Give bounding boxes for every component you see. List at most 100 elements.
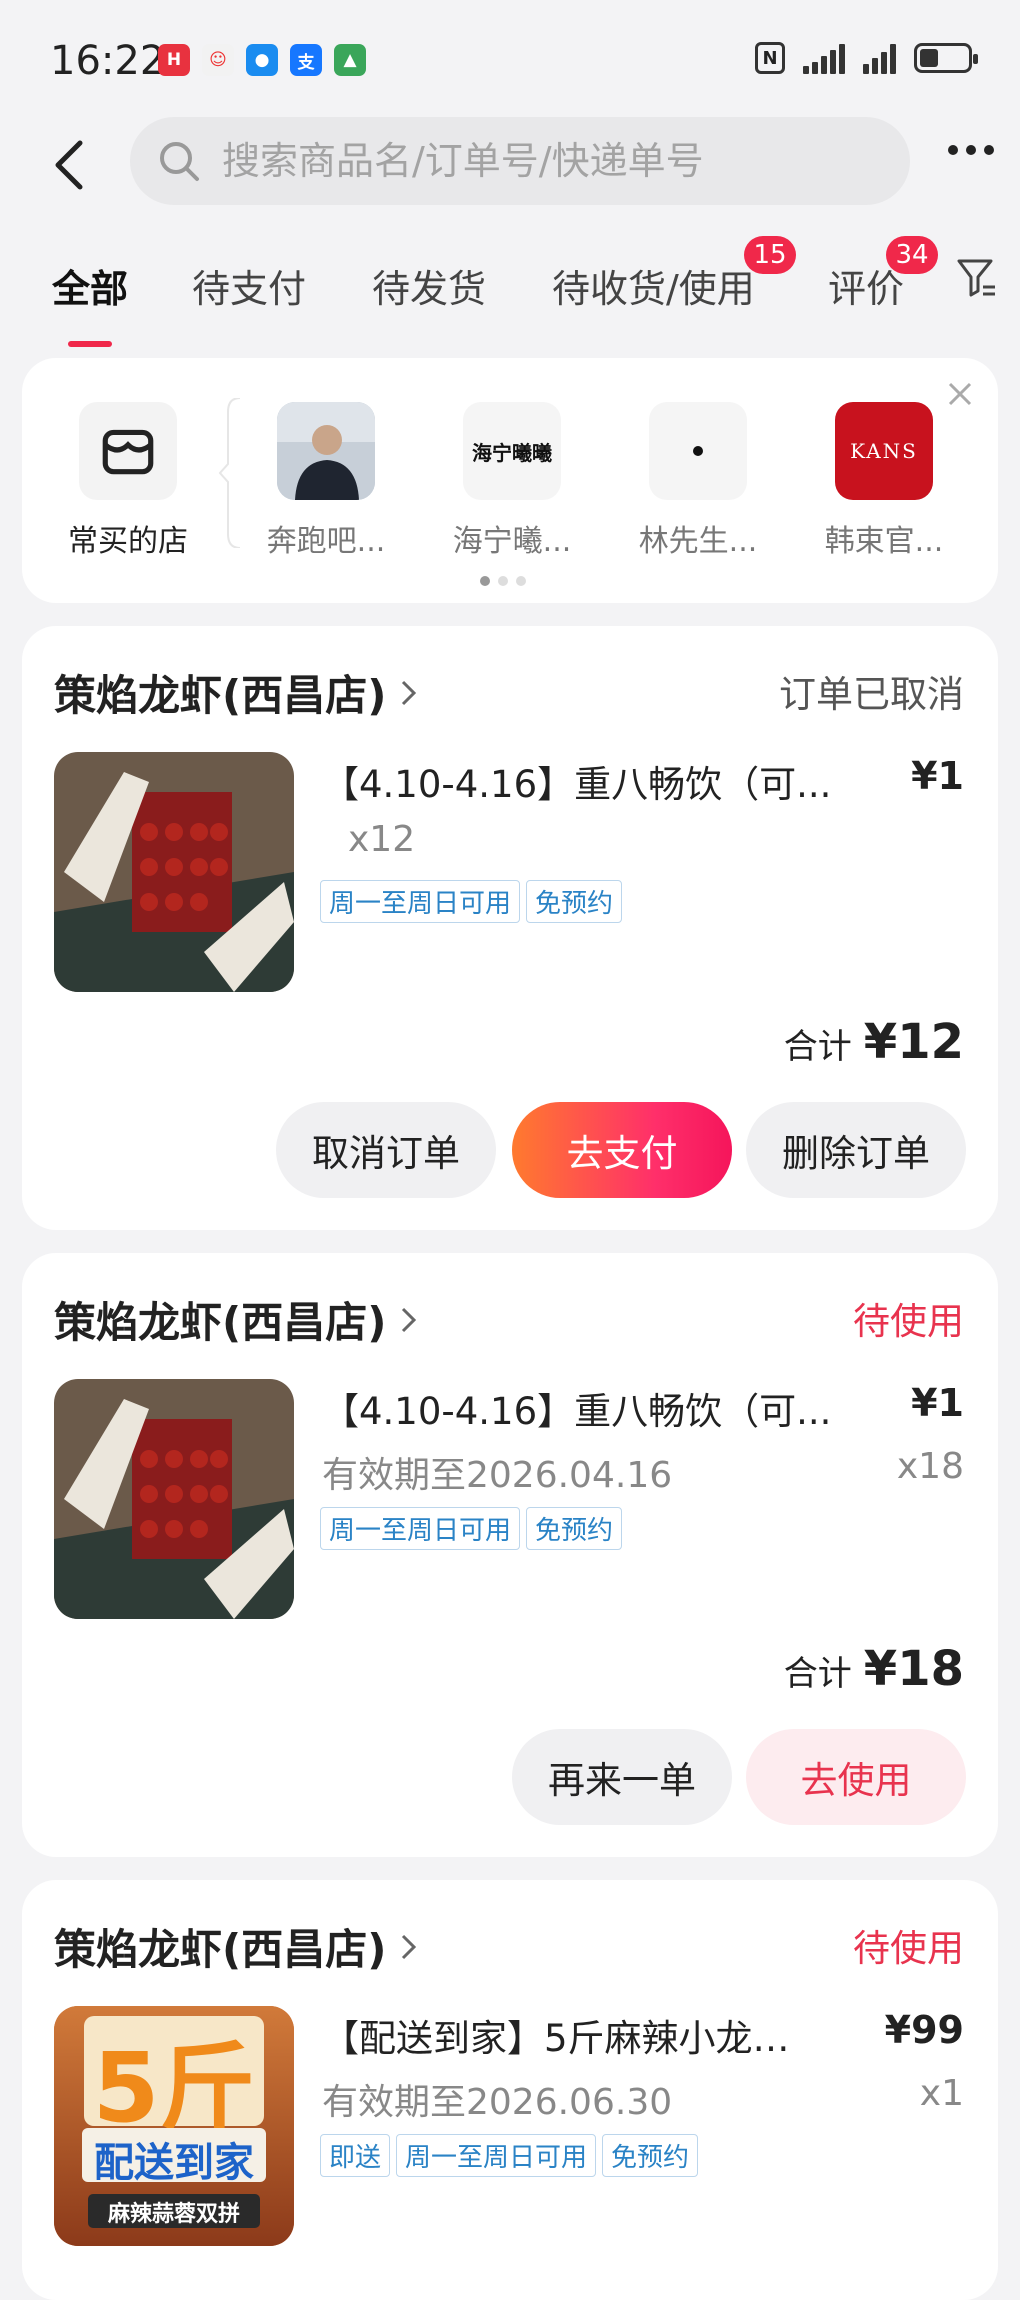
shop-name-link[interactable]: 策焰龙虾(西昌店) bbox=[54, 1916, 418, 1977]
unit-price: ¥99 bbox=[884, 2008, 964, 2052]
order-total: 合计 ¥12 bbox=[784, 1014, 964, 1070]
unit-price: ¥1 bbox=[911, 754, 964, 798]
tab-all[interactable]: 全部 bbox=[52, 258, 129, 347]
system-status: N bbox=[755, 42, 978, 74]
close-icon[interactable] bbox=[944, 378, 976, 410]
shop-name: 策焰龙虾(西昌店) bbox=[54, 671, 387, 720]
store-item[interactable]: 奔跑吧... bbox=[256, 402, 396, 560]
tag: 周一至周日可用 bbox=[396, 2134, 597, 2177]
store-logo bbox=[649, 402, 747, 500]
more-options-icon[interactable] bbox=[948, 145, 994, 155]
page-indicator bbox=[480, 576, 526, 586]
store-logo: 海宁曦曦 bbox=[463, 402, 561, 500]
product-image[interactable] bbox=[54, 752, 294, 992]
shop-name-link[interactable]: 策焰龙虾(西昌店) bbox=[54, 1289, 418, 1350]
total-label: 合计 bbox=[783, 1027, 852, 1067]
huawei-app-icon: H bbox=[158, 44, 190, 76]
tab-pending-receipt[interactable]: 待收货/使用 15 bbox=[552, 236, 796, 313]
total-amount: ¥12 bbox=[863, 1014, 964, 1070]
product-image[interactable] bbox=[54, 1379, 294, 1619]
quantity: x1 bbox=[919, 2073, 964, 2114]
tag: 免预约 bbox=[526, 1507, 623, 1550]
tab-pending-shipment[interactable]: 待发货 bbox=[372, 258, 486, 313]
shop-name-link[interactable]: 策焰龙虾(西昌店) bbox=[54, 662, 418, 723]
tab-label: 待发货 bbox=[372, 267, 487, 311]
back-icon[interactable] bbox=[46, 135, 96, 195]
tag: 免预约 bbox=[602, 2134, 699, 2177]
product-name[interactable]: 【配送到家】5斤麻辣小龙虾... bbox=[322, 2008, 822, 2062]
cancel-order-button[interactable]: 取消订单 bbox=[276, 1102, 496, 1198]
search-icon bbox=[160, 142, 199, 181]
product-image[interactable]: 5斤 配送到家 麻辣蒜蓉双拼 bbox=[54, 2006, 294, 2246]
total-amount: ¥18 bbox=[863, 1641, 964, 1697]
thumb-mid-text: 配送到家 bbox=[94, 2140, 254, 2186]
tab-label: 待收货/使用 bbox=[552, 267, 755, 311]
tag: 即送 bbox=[320, 2134, 391, 2177]
logo-text: KANS bbox=[850, 439, 918, 463]
order-total: 合计 ¥18 bbox=[784, 1641, 964, 1697]
status-bar: 16:22 H ☺ ● 支 ▲ N bbox=[0, 0, 1020, 120]
product-tags: 即送 周一至周日可用 免预约 bbox=[320, 2134, 699, 2177]
store-name: 韩束官... bbox=[824, 524, 944, 559]
filter-icon[interactable] bbox=[956, 256, 998, 300]
quantity: x12 bbox=[348, 819, 416, 860]
thumb-small-text: 麻辣蒜蓉双拼 bbox=[107, 2202, 240, 2227]
chevron-right-icon bbox=[402, 1307, 417, 1332]
delete-order-button[interactable]: 删除订单 bbox=[746, 1102, 966, 1198]
tab-review[interactable]: 评价 34 bbox=[828, 236, 938, 313]
education-app-icon: ▲ bbox=[334, 44, 366, 76]
divider bbox=[218, 398, 241, 548]
shop-icon bbox=[79, 402, 177, 500]
use-voucher-button[interactable]: 去使用 bbox=[746, 1729, 966, 1825]
active-tab-indicator bbox=[68, 341, 112, 347]
shop-name: 策焰龙虾(西昌店) bbox=[54, 1925, 387, 1974]
signal-icon bbox=[803, 42, 845, 74]
order-card[interactable]: 策焰龙虾(西昌店) 订单已取消 【4.10-4.16】重八畅饮（可... ¥1 … bbox=[22, 626, 998, 1230]
product-name[interactable]: 【4.10-4.16】重八畅饮（可... bbox=[322, 1381, 852, 1435]
tab-pending-payment[interactable]: 待支付 bbox=[192, 258, 306, 313]
product-tags: 周一至周日可用 免预约 bbox=[320, 1507, 623, 1550]
order-status: 待使用 bbox=[853, 1927, 964, 1970]
validity-date: 有效期至2026.04.16 bbox=[322, 1455, 673, 1496]
unit-price: ¥1 bbox=[911, 1381, 964, 1425]
tag: 周一至周日可用 bbox=[320, 1507, 521, 1550]
tab-label: 全部 bbox=[52, 267, 129, 311]
order-card[interactable]: 策焰龙虾(西昌店) 待使用 5斤 配送到家 麻辣蒜蓉双拼 【配送到家】5斤麻辣小… bbox=[22, 1880, 998, 2300]
validity-date: 有效期至2026.06.30 bbox=[322, 2082, 673, 2123]
notification-icons: H ☺ ● 支 ▲ bbox=[158, 44, 366, 76]
signal-icon-2 bbox=[863, 42, 896, 74]
product-name[interactable]: 【4.10-4.16】重八畅饮（可... bbox=[322, 754, 852, 808]
order-status: 待使用 bbox=[853, 1300, 964, 1343]
frequent-stores-panel: 常买的店 奔跑吧... 海宁曦曦 海宁曦... 林先生... KANS 韩束官. bbox=[22, 358, 998, 603]
store-name: 奔跑吧... bbox=[266, 524, 386, 559]
order-status: 订单已取消 bbox=[779, 673, 964, 716]
reorder-button[interactable]: 再来一单 bbox=[512, 1729, 732, 1825]
nfc-icon: N bbox=[755, 42, 785, 74]
chevron-right-icon bbox=[402, 1934, 417, 1959]
message-app-icon: ● bbox=[246, 44, 278, 76]
store-item[interactable]: KANS 韩束官... bbox=[814, 402, 954, 560]
store-name: 常买的店 bbox=[68, 524, 188, 559]
logo-text: 海宁曦曦 bbox=[472, 440, 552, 465]
chevron-right-icon bbox=[402, 680, 417, 705]
store-name: 海宁曦... bbox=[452, 524, 572, 559]
store-avatar bbox=[277, 402, 375, 500]
store-item[interactable]: 林先生... bbox=[628, 402, 768, 560]
count-badge: 34 bbox=[886, 236, 938, 274]
battery-icon bbox=[914, 43, 978, 73]
store-logo: KANS bbox=[835, 402, 933, 500]
tab-label: 待支付 bbox=[192, 267, 307, 311]
tag: 周一至周日可用 bbox=[320, 880, 521, 923]
search-input[interactable] bbox=[220, 138, 864, 184]
order-card[interactable]: 策焰龙虾(西昌店) 待使用 【4.10-4.16】重八畅饮（可... ¥1 有效… bbox=[22, 1253, 998, 1857]
order-tabs: 全部 待支付 待发货 待收货/使用 15 评价 34 bbox=[0, 236, 1020, 347]
shop-name: 策焰龙虾(西昌店) bbox=[54, 1298, 387, 1347]
alipay-icon: 支 bbox=[290, 44, 322, 76]
store-item[interactable]: 海宁曦曦 海宁曦... bbox=[442, 402, 582, 560]
frequent-stores-entry[interactable]: 常买的店 bbox=[58, 402, 198, 560]
search-box[interactable] bbox=[130, 117, 910, 205]
game-app-icon: ☺ bbox=[202, 44, 234, 76]
tab-label: 评价 bbox=[828, 267, 905, 311]
pay-button[interactable]: 去支付 bbox=[512, 1102, 732, 1198]
tag: 免预约 bbox=[526, 880, 623, 923]
